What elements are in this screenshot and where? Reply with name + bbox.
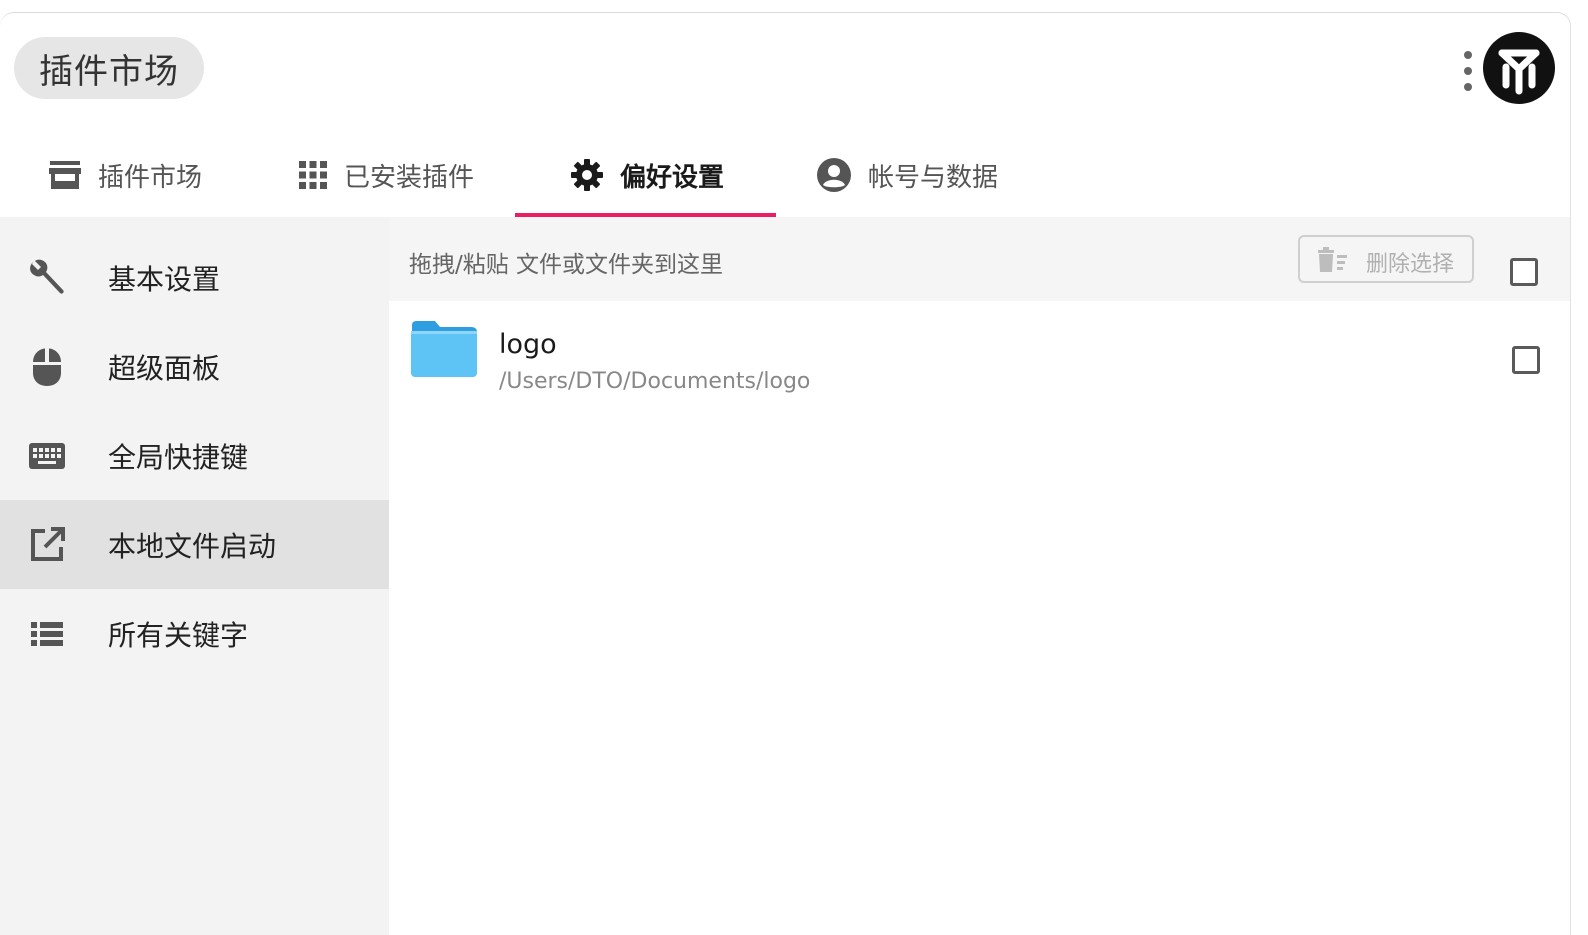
- sidebar-item-label: 全局快捷键: [108, 440, 249, 474]
- tab-installed-plugins[interactable]: 已安装插件: [298, 133, 474, 217]
- store-icon: [49, 161, 81, 189]
- tab-label: 插件市场: [98, 162, 203, 193]
- app-window: 插件市场 插件市场 已安装插件 偏好设置 帐号与数据 基本设置 超级面板 全局快…: [0, 12, 1571, 935]
- sidebar-item-label: 本地文件启动: [108, 529, 277, 563]
- folder-icon: [411, 321, 477, 377]
- file-name: logo: [499, 329, 557, 360]
- delete-selected-button[interactable]: 删除选择: [1298, 235, 1474, 283]
- wrench-icon: [26, 257, 68, 299]
- file-drop-toolbar: 拖拽/粘贴 文件或文件夹到这里 删除选择: [389, 217, 1570, 301]
- delete-selected-label: 删除选择: [1366, 252, 1455, 277]
- sidebar-item-label: 超级面板: [108, 351, 221, 385]
- tab-plugin-market[interactable]: 插件市场: [48, 133, 202, 217]
- search-pill[interactable]: 插件市场: [14, 37, 204, 99]
- more-vertical-icon[interactable]: [1458, 49, 1478, 93]
- tab-label: 已安装插件: [344, 162, 475, 193]
- mouse-icon: [26, 346, 68, 388]
- drop-hint-text: 拖拽/粘贴 文件或文件夹到这里: [409, 252, 724, 278]
- gear-icon: [571, 159, 603, 191]
- sidebar-item-global-shortcuts[interactable]: 全局快捷键: [0, 411, 389, 500]
- sidebar-item-all-keywords[interactable]: 所有关键字: [0, 589, 389, 678]
- app-logo-icon[interactable]: [1482, 31, 1556, 105]
- delete-sweep-icon: [1318, 247, 1347, 272]
- keyboard-icon: [26, 435, 68, 477]
- sidebar-item-basic-settings[interactable]: 基本设置: [0, 233, 389, 322]
- tab-bar: 插件市场 已安装插件 偏好设置 帐号与数据: [0, 133, 1570, 218]
- sidebar-item-label: 基本设置: [108, 262, 221, 296]
- file-select-checkbox[interactable]: [1512, 346, 1540, 374]
- file-path: /Users/DTO/Documents/logo: [499, 369, 811, 394]
- tab-account-data[interactable]: 帐号与数据: [816, 133, 998, 217]
- list-icon: [26, 613, 68, 655]
- tab-preferences[interactable]: 偏好设置: [570, 133, 724, 217]
- sidebar-item-local-file-launch[interactable]: 本地文件启动: [0, 500, 389, 589]
- sidebar-item-label: 所有关键字: [108, 618, 249, 652]
- open-in-new-icon: [26, 524, 68, 566]
- file-list-item[interactable]: logo /Users/DTO/Documents/logo: [389, 301, 1570, 401]
- sidebar: 基本设置 超级面板 全局快捷键 本地文件启动 所有关键字: [0, 217, 389, 935]
- select-all-checkbox[interactable]: [1510, 258, 1538, 286]
- tab-label: 帐号与数据: [868, 162, 999, 193]
- tab-label: 偏好设置: [620, 162, 725, 193]
- sidebar-item-super-panel[interactable]: 超级面板: [0, 322, 389, 411]
- account-circle-icon: [817, 158, 851, 192]
- apps-grid-icon: [299, 161, 327, 189]
